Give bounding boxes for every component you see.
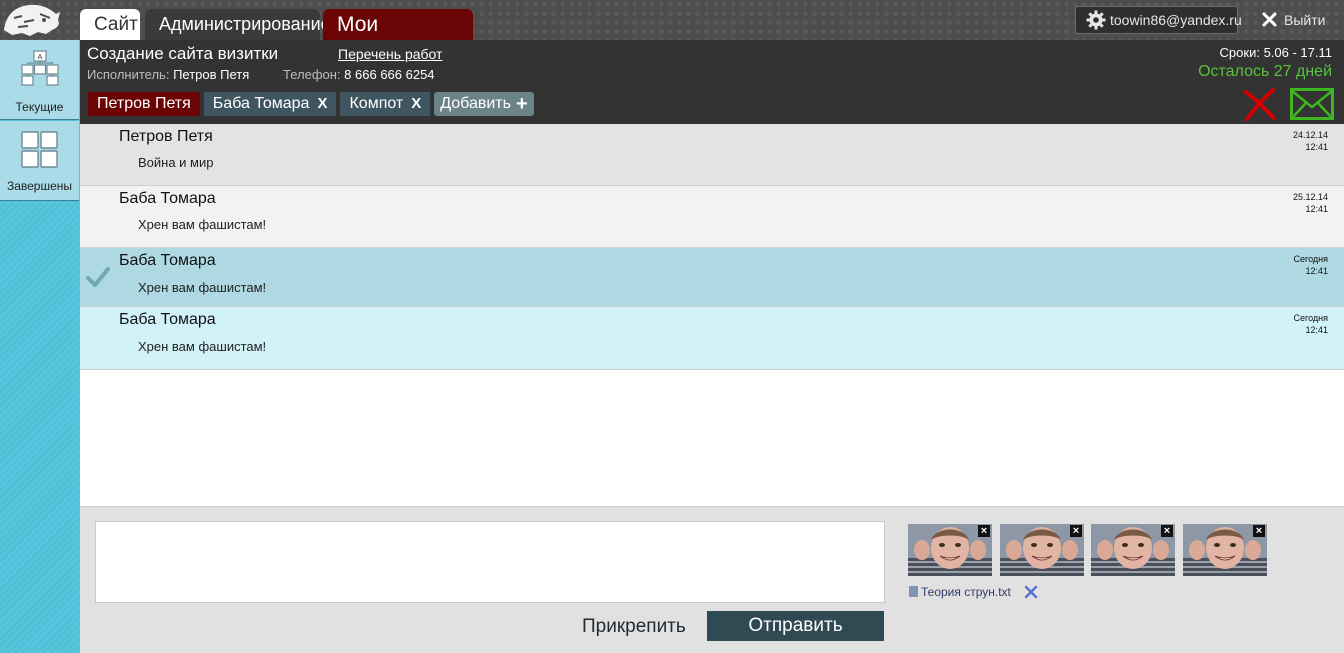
sidebar-item-finished-label: Завершены <box>6 179 73 193</box>
message-timestamp: 25.12.14 12:41 <box>1293 191 1328 215</box>
message-item[interactable]: Баба Томара Хрен вам фашистам! Сегодня 1… <box>80 307 1344 370</box>
logout-label: Выйти <box>1284 12 1326 28</box>
message-text: Хрен вам фашистам! <box>138 339 267 354</box>
remove-photo-button[interactable]: × <box>978 525 990 537</box>
message-text: Хрен вам фашистам! <box>138 217 267 232</box>
plus-icon: + <box>515 93 528 115</box>
executor-info: Исполнитель: Петров Петя <box>87 67 249 82</box>
message-author: Баба Томара <box>119 311 216 328</box>
delete-project-icon[interactable] <box>1242 86 1278 122</box>
message-date: 24.12.14 <box>1292 130 1328 140</box>
photo-thumbnail[interactable]: × <box>1183 524 1267 576</box>
add-participant-label: Добавить <box>440 95 511 112</box>
sitemap-icon: A <box>21 50 59 86</box>
participant-name: Компот <box>349 95 404 112</box>
message-time: 12:41 <box>1305 325 1328 335</box>
photo-thumbnail[interactable]: × <box>908 524 992 576</box>
check-icon <box>86 267 110 287</box>
days-left: Осталось 27 дней <box>1198 63 1332 80</box>
message-author: Петров Петя <box>119 128 213 145</box>
work-list-link[interactable]: Перечень работ <box>338 46 442 62</box>
message-timestamp: Сегодня 12:41 <box>1294 312 1329 336</box>
executor-label: Исполнитель: <box>87 67 170 82</box>
remove-participant-button[interactable]: X <box>317 92 327 116</box>
remove-file-icon[interactable] <box>1024 585 1038 599</box>
user-email: toowin86@yandex.ru <box>1110 12 1242 28</box>
photo-thumbnail[interactable]: × <box>1091 524 1175 576</box>
message-timestamp: 24.12.14 12:41 <box>1293 129 1328 153</box>
svg-text:A: A <box>38 54 43 61</box>
message-time: 12:41 <box>1305 142 1328 152</box>
project-title: Создание сайта визитки <box>87 44 279 63</box>
message-list: Петров Петя Война и мир 24.12.14 12:41 Б… <box>80 124 1344 506</box>
attached-file[interactable]: Теория струн.txt <box>909 584 1011 600</box>
message-date: Сегодня <box>1293 254 1329 264</box>
add-participant-button[interactable]: Добавить + <box>434 92 534 116</box>
close-icon <box>1262 12 1277 27</box>
message-author: Баба Томара <box>119 252 216 269</box>
compose-panel: Прикрепить Отправить × × × × Теория струн.t… <box>80 506 1344 653</box>
tab-administration[interactable]: Администрирование <box>145 9 331 40</box>
sidebar-item-current-label: Текущие <box>15 100 64 114</box>
message-text: Война и мир <box>138 155 214 170</box>
lion-logo-icon[interactable] <box>0 0 62 40</box>
send-button[interactable]: Отправить <box>707 611 884 641</box>
attached-file-name: Теория струн.txt <box>921 585 1011 599</box>
message-item[interactable]: Петров Петя Война и мир 24.12.14 12:41 <box>80 124 1344 186</box>
participant-name: Баба Томара <box>212 95 310 112</box>
sidebar: A Текущие Завершены <box>0 40 79 653</box>
document-icon <box>909 586 918 597</box>
message-date: Сегодня <box>1293 313 1329 323</box>
message-input[interactable] <box>95 521 885 603</box>
tab-site[interactable]: Сайт <box>80 9 140 40</box>
phone-info: Телефон: 8 666 666 6254 <box>283 67 435 82</box>
message-time: 12:41 <box>1305 266 1328 276</box>
top-bar: Сайт Администрирование Мои проекты toowi… <box>0 0 1344 67</box>
logout-button[interactable]: Выйти <box>1262 10 1325 30</box>
message-text: Хрен вам фашистам! <box>138 280 267 295</box>
participants-list: Петров Петя Баба Томара X Компот X Добав… <box>88 92 534 116</box>
gear-icon <box>1086 10 1106 30</box>
phone-label: Телефон: <box>283 67 341 82</box>
tab-my-projects[interactable]: Мои проекты <box>323 9 473 67</box>
message-timestamp: Сегодня 12:41 <box>1294 253 1329 277</box>
message-date: 25.12.14 <box>1292 192 1328 202</box>
participant-name: Петров Петя <box>97 95 191 112</box>
participant-chip[interactable]: Баба Томара X <box>203 92 337 116</box>
message-author: Баба Томара <box>119 190 216 207</box>
sidebar-item-current[interactable]: A Текущие <box>0 40 79 120</box>
project-header: Создание сайта визитки Перечень работ Ис… <box>80 40 1344 124</box>
project-dates: Сроки: 5.06 - 17.11 <box>1219 45 1332 60</box>
user-account-button[interactable]: toowin86@yandex.ru <box>1075 6 1242 34</box>
sidebar-item-finished[interactable]: Завершены <box>0 121 79 201</box>
attach-button[interactable]: Прикрепить <box>582 614 686 640</box>
photo-thumbnail[interactable]: × <box>1000 524 1084 576</box>
remove-photo-button[interactable]: × <box>1161 525 1173 537</box>
message-item[interactable]: Баба Томара Хрен вам фашистам! 25.12.14 … <box>80 186 1344 248</box>
message-item[interactable]: Баба Томара Хрен вам фашистам! Сегодня 1… <box>80 248 1344 307</box>
grid-icon <box>21 131 58 168</box>
remove-participant-button[interactable]: X <box>411 92 421 116</box>
remove-photo-button[interactable]: × <box>1070 525 1082 537</box>
message-time: 12:41 <box>1305 204 1328 214</box>
remove-photo-button[interactable]: × <box>1253 525 1265 537</box>
phone-value: 8 666 666 6254 <box>344 67 435 82</box>
mail-icon[interactable] <box>1290 88 1334 120</box>
executor-name: Петров Петя <box>173 67 250 82</box>
participant-chip[interactable]: Компот X <box>340 92 431 116</box>
participant-chip[interactable]: Петров Петя <box>88 92 200 116</box>
